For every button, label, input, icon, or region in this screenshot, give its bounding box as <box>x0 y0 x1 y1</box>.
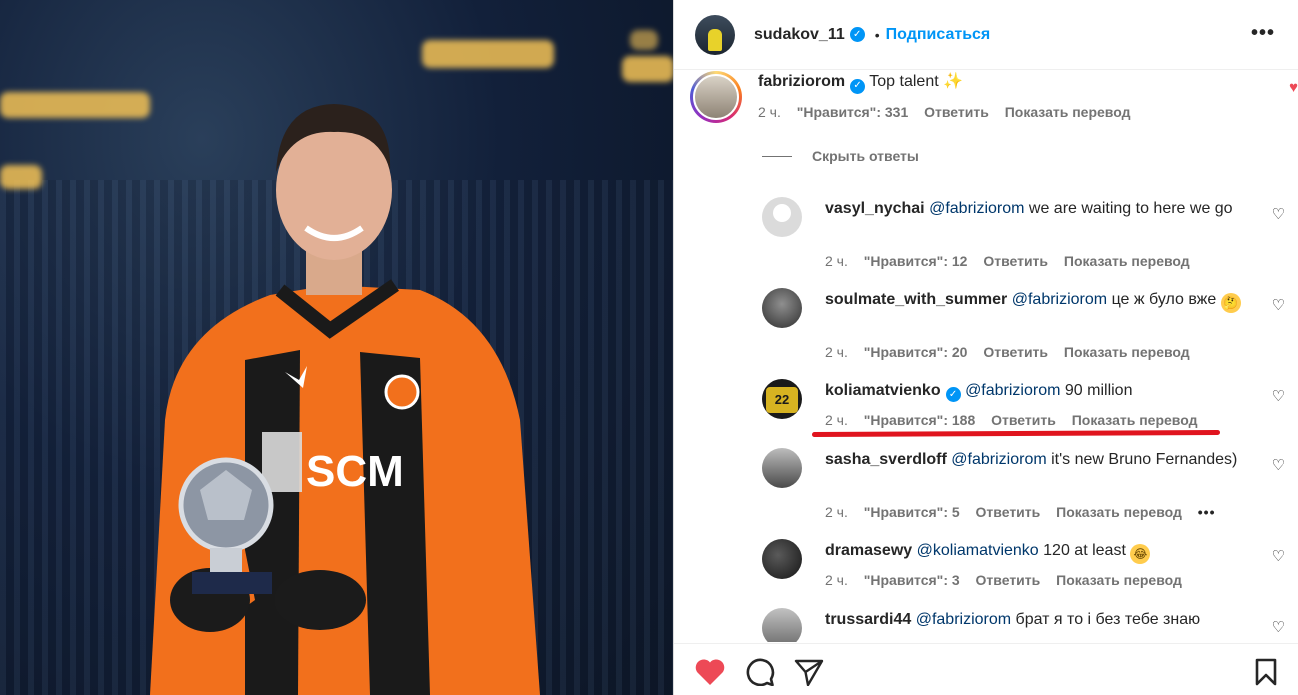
reply-time: 2 ч. <box>825 344 848 360</box>
reply-button[interactable]: Ответить <box>991 412 1056 428</box>
reply-mention[interactable]: @fabriziorom <box>1012 291 1107 308</box>
reply-meta: 2 ч. "Нравится": 20 Ответить Показать пе… <box>825 344 1202 360</box>
heart-icon[interactable]: ♡ <box>1272 296 1285 314</box>
reply-text: vasyl_nychai @fabriziorom we are waiting… <box>825 197 1255 220</box>
heart-icon[interactable]: ♥ <box>1289 79 1298 96</box>
reply-username[interactable]: trussardi44 <box>825 611 911 628</box>
reply-avatar[interactable] <box>762 197 802 237</box>
svg-text:SCM: SCM <box>306 447 404 496</box>
reply-avatar[interactable] <box>762 448 802 488</box>
post-header: sudakov_11 ✓ • Подписаться ••• <box>674 0 1298 70</box>
share-icon[interactable] <box>794 658 824 686</box>
reply-body: we are waiting to here we go <box>1028 200 1233 217</box>
reply-avatar[interactable] <box>762 288 802 328</box>
heart-icon[interactable]: ♡ <box>1272 618 1285 636</box>
post-photo: SCM <box>0 0 673 695</box>
reply-mention[interactable]: @fabriziorom <box>929 200 1024 217</box>
more-options-icon[interactable]: ••• <box>1251 22 1275 45</box>
red-underline-annotation <box>811 429 1221 438</box>
translate-button[interactable]: Показать перевод <box>1072 412 1198 428</box>
follow-button[interactable]: Подписаться <box>886 26 991 44</box>
author-avatar[interactable] <box>695 14 735 55</box>
verified-icon: ✓ <box>850 78 866 94</box>
hide-replies-button[interactable]: Скрыть ответы <box>762 148 919 164</box>
verified-icon: ✓ <box>945 387 961 402</box>
reply-text: soulmate_with_summer @fabriziorom це ж б… <box>825 288 1255 313</box>
heart-icon[interactable]: ♡ <box>1272 547 1285 565</box>
heart-icon[interactable] <box>694 658 726 686</box>
reply-button[interactable]: Ответить <box>983 253 1048 269</box>
comment-likes[interactable]: "Нравится": 331 <box>797 104 908 120</box>
reply-likes[interactable]: "Нравится": 3 <box>864 572 960 588</box>
reply-time: 2 ч. <box>825 253 848 269</box>
reply-meta: 2 ч. "Нравится": 12 Ответить Показать пе… <box>825 253 1202 269</box>
translate-button[interactable]: Показать перевод <box>1056 504 1182 520</box>
bookmark-icon[interactable] <box>1254 658 1278 686</box>
reply-likes[interactable]: "Нравится": 12 <box>864 253 968 269</box>
reply-mention[interactable]: @fabriziorom <box>916 611 1011 628</box>
author-username[interactable]: sudakov_11 <box>754 26 845 44</box>
reply-username[interactable]: soulmate_with_summer <box>825 291 1007 308</box>
reply-text: dramasewy @koliamatvienko 120 at least 😂 <box>825 539 1255 564</box>
reply-body: брат я то і без тебе знаю <box>1015 611 1201 628</box>
reply-mention[interactable]: @koliamatvienko <box>917 542 1039 559</box>
reply-button[interactable]: Ответить <box>983 344 1048 360</box>
heart-icon[interactable]: ♡ <box>1272 205 1285 223</box>
sparkles-emoji: ✨ <box>943 73 964 90</box>
reply-mention[interactable]: @fabriziorom <box>965 382 1060 399</box>
comment-icon[interactable] <box>745 658 775 686</box>
comment-meta: 2 ч. "Нравится": 331 Ответить Показать п… <box>758 104 1142 120</box>
thinking-emoji: 🤔 <box>1220 293 1241 313</box>
translate-button[interactable]: Показать перевод <box>1005 104 1131 120</box>
reply-button[interactable]: Ответить <box>976 504 1041 520</box>
comment-username[interactable]: fabriziorom <box>758 73 845 90</box>
reply-button[interactable]: Ответить <box>924 104 989 120</box>
reply-button[interactable]: Ответить <box>976 572 1041 588</box>
reply-mention[interactable]: @fabriziorom <box>951 451 1046 468</box>
translate-button[interactable]: Показать перевод <box>1064 253 1190 269</box>
photo-player: SCM <box>150 104 540 695</box>
reply-username[interactable]: dramasewy <box>825 542 912 559</box>
translate-button[interactable]: Показать перевод <box>1064 344 1190 360</box>
heart-icon[interactable]: ♡ <box>1272 387 1285 405</box>
reply-avatar[interactable] <box>762 539 802 579</box>
reply-avatar[interactable] <box>762 379 802 419</box>
reply-meta: 2 ч. "Нравится": 3 Ответить Показать пер… <box>825 572 1194 588</box>
reply-likes[interactable]: "Нравится": 188 <box>864 412 975 428</box>
reply-time: 2 ч. <box>825 504 848 520</box>
reply-avatar[interactable] <box>762 608 802 642</box>
reply-time: 2 ч. <box>825 572 848 588</box>
reply-meta: 2 ч. "Нравится": 188 Ответить Показать п… <box>825 412 1209 428</box>
reply-meta: 2 ч. "Нравится": 5 Ответить Показать пер… <box>825 504 1228 520</box>
laughing-emoji: 😂 <box>1130 544 1151 564</box>
comment-body: Top talent <box>869 73 939 90</box>
comment-avatar[interactable] <box>693 74 739 120</box>
post-panel: sudakov_11 ✓ • Подписаться ••• fabrizior… <box>673 0 1298 695</box>
header-separator: • <box>874 26 880 43</box>
reply-body: 120 at least <box>1043 542 1126 559</box>
post-action-bar <box>674 643 1298 695</box>
comment-more-icon[interactable]: ••• <box>1198 504 1216 520</box>
hide-replies-line <box>762 155 792 157</box>
comments-list[interactable]: fabriziorom ✓ Top talent ✨ 2 ч. "Нравится… <box>674 71 1298 642</box>
reply-username[interactable]: sasha_sverdloff <box>825 451 947 468</box>
reply-username[interactable]: vasyl_nychai <box>825 200 925 217</box>
reply-body: it's new Bruno Fernandes) <box>1051 451 1238 468</box>
translate-button[interactable]: Показать перевод <box>1056 572 1182 588</box>
reply-username[interactable]: koliamatvienko <box>825 382 941 399</box>
comment-text: fabriziorom ✓ Top talent ✨ <box>758 71 963 94</box>
heart-icon[interactable]: ♡ <box>1272 456 1285 474</box>
reply-body: це ж було вже <box>1111 291 1217 308</box>
story-ring[interactable] <box>690 71 742 123</box>
reply-text: koliamatvienko ✓ @fabriziorom 90 million <box>825 379 1255 402</box>
reply-text: sasha_sverdloff @fabriziorom it's new Br… <box>825 448 1255 471</box>
reply-time: 2 ч. <box>825 412 848 428</box>
hide-replies-label: Скрыть ответы <box>812 148 919 164</box>
reply-text: trussardi44 @fabriziorom брат я то і без… <box>825 608 1255 631</box>
verified-icon: ✓ <box>849 27 865 42</box>
comment-time: 2 ч. <box>758 104 781 120</box>
reply-body: 90 million <box>1064 382 1133 399</box>
reply-likes[interactable]: "Нравится": 20 <box>864 344 968 360</box>
reply-likes[interactable]: "Нравится": 5 <box>864 504 960 520</box>
